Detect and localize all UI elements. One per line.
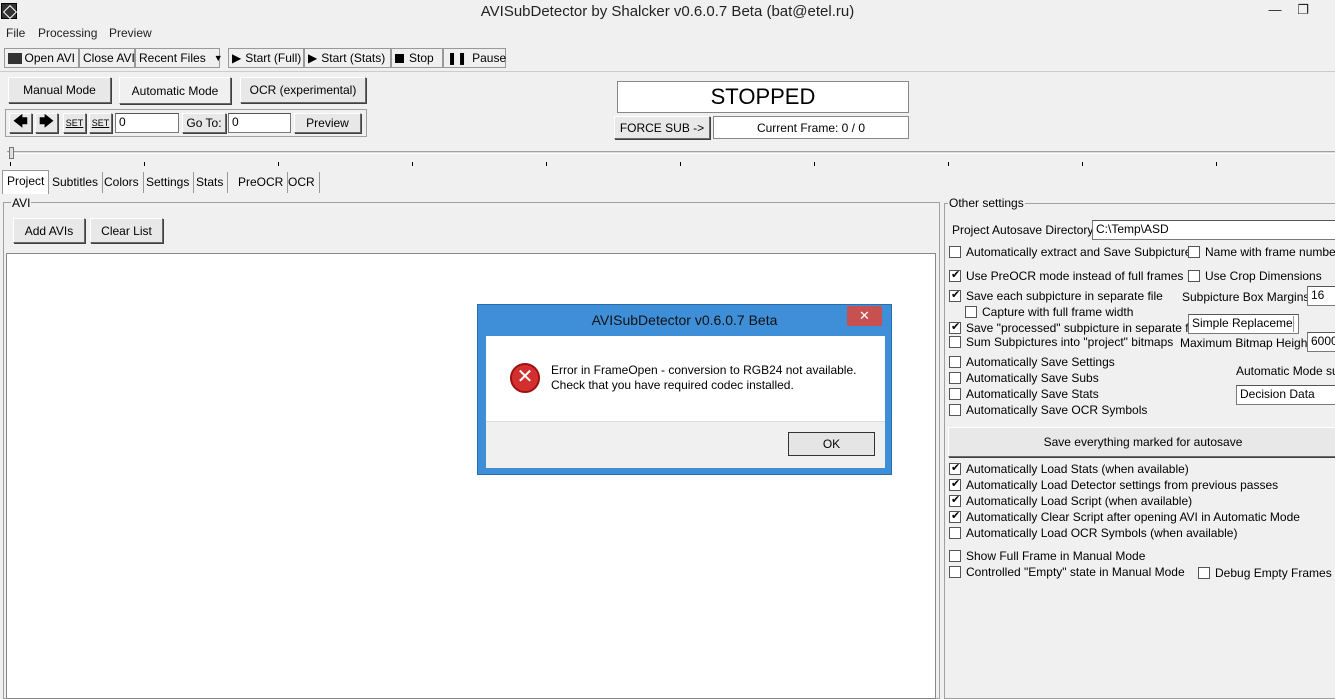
frame-trackbar[interactable]	[7, 146, 1335, 170]
ocr-mode-button[interactable]: OCR (experimental)	[240, 77, 366, 103]
start-stats-button[interactable]: ▶ Start (Stats)	[304, 48, 391, 68]
frame-input[interactable]: 0	[115, 113, 179, 133]
goto-button[interactable]: Go To:	[182, 113, 226, 133]
minimize-icon[interactable]: —	[1266, 2, 1284, 18]
window-title: AVISubDetector by Shalcker v0.6.0.7 Beta…	[480, 3, 855, 20]
auto-load-script-checkbox[interactable]: Automatically Load Script (when availabl…	[949, 493, 1192, 508]
name-frame-number-checkbox[interactable]: Name with frame number fir	[1188, 245, 1335, 259]
max-bitmap-input[interactable]: 6000	[1307, 332, 1335, 352]
set-end-button[interactable]: SET	[89, 113, 112, 133]
title-bar: AVISubDetector by Shalcker v0.6.0.7 Beta…	[0, 0, 1335, 24]
tab-preocr[interactable]: PreOCR	[234, 172, 289, 193]
add-avis-button[interactable]: Add AVIs	[13, 218, 85, 243]
auto-save-stats-checkbox[interactable]: Automatically Save Stats	[949, 387, 1099, 401]
tab-project[interactable]: Project	[2, 170, 50, 194]
close-icon[interactable]: ✕	[847, 306, 882, 326]
auto-load-ocr-checkbox[interactable]: Automatically Load OCR Symbols (when ava…	[949, 526, 1237, 540]
auto-clear-script-checkbox[interactable]: Automatically Clear Script after opening…	[949, 509, 1300, 524]
menu-processing[interactable]: Processing	[38, 26, 97, 40]
maximize-icon[interactable]: ❐	[1294, 2, 1312, 18]
trackbar-thumb[interactable]	[9, 147, 14, 159]
menu-preview[interactable]: Preview	[109, 26, 152, 40]
set-start-button[interactable]: SET	[63, 113, 86, 133]
recent-files-button[interactable]: Recent Files ▼	[135, 48, 223, 68]
play-icon: ▶	[232, 51, 242, 65]
arrow-left-icon: 🡄	[13, 113, 28, 129]
auto-save-settings-checkbox[interactable]: Automatically Save Settings	[949, 355, 1115, 369]
automatic-mode-button[interactable]: Automatic Mode	[119, 77, 231, 104]
dialog-message-line1: Error in FrameOpen - conversion to RGB24…	[551, 363, 857, 377]
auto-load-detector-checkbox[interactable]: Automatically Load Detector settings fro…	[949, 477, 1278, 492]
current-frame-display: Current Frame: 0 / 0	[713, 116, 909, 139]
autosave-dir-input[interactable]: C:\Temp\ASD	[1092, 220, 1335, 240]
sum-subpictures-checkbox[interactable]: Sum Subpictures into "project" bitmaps	[949, 335, 1173, 349]
pause-button[interactable]: ❚❚ Pause	[443, 48, 506, 68]
save-everything-button[interactable]: Save everything marked for autosave	[948, 427, 1335, 457]
subpicture-margins-label: Subpicture Box Margins:	[1182, 290, 1313, 304]
auto-load-stats-checkbox[interactable]: Automatically Load Stats (when available…	[949, 461, 1189, 476]
start-full-button[interactable]: ▶ Start (Full)	[228, 48, 304, 68]
open-avi-button[interactable]: Open AVI	[4, 48, 79, 68]
save-each-subpicture-checkbox[interactable]: Save each subpicture in separate file	[949, 288, 1163, 303]
error-dialog: AVISubDetector v0.6.0.7 Beta ✕ ✕ Error i…	[477, 304, 892, 475]
capture-full-width-checkbox[interactable]: Capture with full frame width	[965, 305, 1133, 319]
next-frame-button[interactable]: 🡆	[35, 113, 58, 133]
use-crop-checkbox[interactable]: Use Crop Dimensions	[1188, 269, 1322, 283]
dropdown-arrow-icon[interactable]: ▼	[214, 53, 223, 63]
menu-file[interactable]: File	[6, 26, 25, 40]
autosave-dir-label: Project Autosave Directory:	[952, 223, 1097, 237]
pause-icon: ❚❚	[447, 51, 468, 65]
play-icon: ▶	[308, 51, 318, 65]
goto-input[interactable]: 0	[228, 113, 291, 133]
force-sub-button[interactable]: FORCE SUB ->	[614, 116, 710, 139]
manual-mode-button[interactable]: Manual Mode	[8, 77, 111, 103]
preview-button[interactable]: Preview	[294, 113, 361, 133]
auto-save-subs-checkbox[interactable]: Automatically Save Subs	[949, 371, 1099, 385]
avi-panel-label: AVI	[11, 196, 32, 210]
tab-stats[interactable]: Stats	[192, 172, 229, 193]
clear-list-button[interactable]: Clear List	[90, 218, 163, 243]
save-processed-checkbox[interactable]: Save "processed" subpicture in separate …	[949, 320, 1201, 335]
tab-colors[interactable]: Colors	[100, 172, 144, 193]
arrow-right-icon: 🡆	[39, 113, 54, 129]
menu-bar: File Processing Preview	[0, 24, 1335, 44]
auto-save-ocr-checkbox[interactable]: Automatically Save OCR Symbols	[949, 403, 1147, 417]
max-bitmap-label: Maximum Bitmap Height:	[1180, 336, 1315, 350]
open-folder-icon	[8, 52, 22, 64]
ok-button[interactable]: OK	[788, 432, 875, 456]
auto-extract-checkbox[interactable]: Automatically extract and Save Subpictur…	[949, 245, 1197, 259]
show-full-frame-checkbox[interactable]: Show Full Frame in Manual Mode	[949, 549, 1145, 563]
tab-ocr[interactable]: OCR	[284, 172, 320, 193]
toolbar-divider	[0, 71, 1335, 72]
prev-frame-button[interactable]: 🡄	[9, 113, 32, 133]
controlled-empty-checkbox[interactable]: Controlled "Empty" state in Manual Mode	[949, 565, 1185, 579]
replace-mode-select[interactable]: Simple Replaceme ▼	[1188, 314, 1299, 334]
decision-data-select[interactable]: Decision Data	[1236, 385, 1335, 405]
error-icon: ✕	[510, 363, 540, 393]
status-display: STOPPED	[617, 81, 909, 113]
dropdown-arrow-icon: ▼	[1292, 316, 1298, 332]
subpicture-margins-input[interactable]: 16	[1307, 286, 1335, 306]
dialog-title: AVISubDetector v0.6.0.7 Beta	[591, 312, 778, 328]
use-preocr-checkbox[interactable]: Use PreOCR mode instead of full frames	[949, 268, 1183, 283]
tab-settings[interactable]: Settings	[142, 172, 195, 193]
debug-empty-checkbox[interactable]: Debug Empty Frames	[1198, 566, 1332, 580]
close-avi-button[interactable]: Close AVI	[79, 48, 135, 68]
dialog-message-line2: Check that you have required codec insta…	[551, 378, 794, 392]
tab-subtitles[interactable]: Subtitles	[48, 172, 104, 193]
stop-icon	[395, 53, 404, 63]
stop-button[interactable]: Stop	[391, 48, 443, 68]
other-settings-label: Other settings	[948, 196, 1025, 210]
auto-mode-subs-label: Automatic Mode subs	[1236, 364, 1335, 378]
